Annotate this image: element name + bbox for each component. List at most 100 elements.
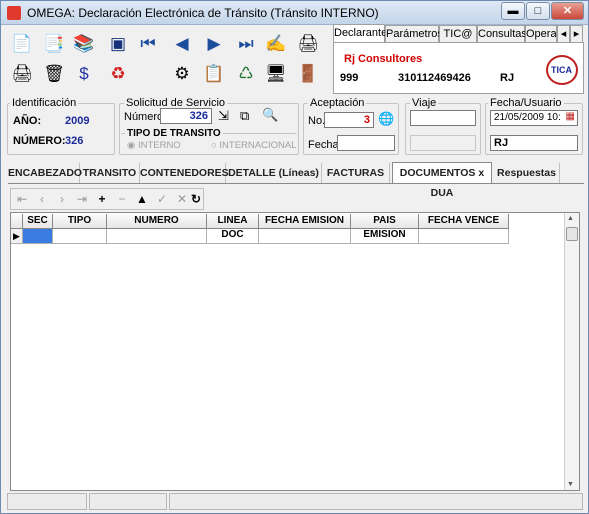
declarante-initials: RJ xyxy=(500,72,515,84)
cell-linea-doc[interactable] xyxy=(207,229,259,244)
tab-transito[interactable]: TRANSITO xyxy=(80,163,140,183)
identificacion-group: Identificación AÑO: 2009 NÚMERO: 326 xyxy=(7,97,115,155)
tab-operaciones[interactable]: Operac xyxy=(525,25,557,43)
col-tipo[interactable]: TIPO xyxy=(53,214,107,229)
new-doc-icon[interactable]: 📄 xyxy=(9,31,35,57)
viaje-label: Viaje xyxy=(410,97,439,109)
anio-label: AÑO: xyxy=(13,115,42,127)
printer-small-icon[interactable]: 🖨 xyxy=(295,31,321,57)
link-icon[interactable]: $ xyxy=(71,61,97,87)
scroll-thumb[interactable] xyxy=(566,227,578,241)
tab-detalle[interactable]: DETALLE (Líneas) xyxy=(226,163,322,183)
nav-next-icon[interactable]: › xyxy=(53,191,71,208)
anio-value: 2009 xyxy=(65,115,90,127)
solicitud-load-icon[interactable]: ⇲ xyxy=(218,108,229,124)
nav-last-icon[interactable]: ⇥ xyxy=(73,191,91,208)
section-tabs: ENCABEZADO TRANSITO CONTENEDORES DETALLE… xyxy=(8,162,584,199)
cell-fecha-vence[interactable] xyxy=(419,229,509,244)
next-icon[interactable]: ▶ xyxy=(201,31,227,57)
scroll-down-icon[interactable]: ▼ xyxy=(567,481,574,488)
last-icon[interactable]: ⏭ xyxy=(233,31,259,57)
tab-contenedores[interactable]: CONTENEDORES xyxy=(140,163,229,183)
nav-post-icon[interactable]: ✓ xyxy=(153,191,171,208)
nav-edit-icon[interactable]: ▲ xyxy=(133,191,151,208)
calendar-icon[interactable]: ▦ xyxy=(566,111,575,122)
prev-icon[interactable]: ◀ xyxy=(169,31,195,57)
aceptacion-no-label: No. xyxy=(308,115,326,127)
tab-tica[interactable]: TIC@ xyxy=(439,25,477,43)
usuario-field[interactable]: RJ xyxy=(490,135,578,151)
app-icon xyxy=(7,6,21,20)
screen-icon[interactable]: 🖥 xyxy=(263,61,289,87)
nav-prev-icon[interactable]: ‹ xyxy=(33,191,51,208)
col-fecha-vence[interactable]: FECHA VENCE xyxy=(419,214,509,229)
cell-tipo[interactable] xyxy=(53,229,107,244)
aceptacion-group: Aceptación No. 3 🌐 Fecha: xyxy=(303,97,399,155)
col-pais-emision[interactable]: PAIS EMISION xyxy=(351,214,419,240)
col-sec[interactable]: SEC xyxy=(23,214,53,229)
declarante-code: 999 xyxy=(340,72,359,84)
tab-facturas[interactable]: FACTURAS xyxy=(322,163,390,183)
sign-icon[interactable]: ✍ xyxy=(263,31,289,57)
fecha-field[interactable]: 21/05/2009 10: ▦ xyxy=(490,110,578,126)
tab-scroll-right[interactable]: ▸ xyxy=(570,25,583,43)
radio-interno[interactable]: ◉ INTERNO xyxy=(127,140,181,151)
window-title: OMEGA: Declaración Electrónica de Tránsi… xyxy=(27,6,379,20)
tab-encabezado[interactable]: ENCABEZADO xyxy=(8,163,82,183)
declarante-name: Rj Consultores xyxy=(344,53,423,65)
col-fecha-emision[interactable]: FECHA EMISION xyxy=(259,214,351,229)
exit-icon[interactable]: 🚪 xyxy=(295,61,321,87)
copy-doc-icon[interactable]: 📑 xyxy=(41,31,67,57)
nav-first-icon[interactable]: ⇤ xyxy=(13,191,31,208)
select-icon[interactable]: ▣ xyxy=(105,31,131,57)
printer-icon[interactable]: 🖨 xyxy=(9,61,35,87)
grid-scrollbar[interactable]: ▲ ▼ xyxy=(564,213,579,490)
viaje-field[interactable] xyxy=(410,110,476,126)
close-button[interactable]: ✕ xyxy=(551,2,584,20)
tab-declarante[interactable]: Declarante xyxy=(333,24,387,44)
report-icon[interactable]: 📋 xyxy=(201,61,227,87)
recycle-icon[interactable]: ♻ xyxy=(105,61,131,87)
main-window: OMEGA: Declaración Electrónica de Tránsi… xyxy=(0,0,589,514)
cell-fecha-emision[interactable] xyxy=(259,229,351,244)
tab-parametros[interactable]: Parámetros xyxy=(385,25,443,43)
declarante-panel: Rj Consultores 999 310112469426 RJ TICA xyxy=(333,42,584,94)
maximize-button[interactable]: □ xyxy=(526,2,550,20)
nav-delete-icon[interactable]: − xyxy=(113,191,131,208)
solicitud-numero-field[interactable]: 326 xyxy=(160,108,212,124)
radio-internacional[interactable]: ○ INTERNACIONAL xyxy=(211,140,296,151)
numero-label: NÚMERO: xyxy=(13,135,66,147)
fecha-usuario-group: Fecha/Usuario 21/05/2009 10: ▦ RJ xyxy=(485,97,583,155)
gear-icon[interactable]: ⚙ xyxy=(169,61,195,87)
tab-documentos-dua[interactable]: DOCUMENTOS x DUA xyxy=(392,162,492,199)
scroll-up-icon[interactable]: ▲ xyxy=(567,215,574,222)
cell-numero[interactable] xyxy=(107,229,207,244)
cell-pais-emision[interactable] xyxy=(351,229,419,244)
col-numero[interactable]: NUMERO xyxy=(107,214,207,229)
nav-refresh-icon[interactable]: ↻ xyxy=(187,191,205,208)
recycle-bin-icon[interactable]: 🗑 xyxy=(41,61,67,87)
search-icon[interactable]: 🔍 xyxy=(262,107,278,123)
identificacion-label: Identificación xyxy=(10,97,79,109)
status-panel-3 xyxy=(169,493,583,510)
aceptacion-no-field[interactable]: 3 xyxy=(324,112,374,128)
grid-indicator-header xyxy=(11,214,23,229)
globe-icon[interactable]: 🌐 xyxy=(378,111,394,127)
documents-grid: SEC TIPO NUMERO LINEA DOC FECHA EMISION … xyxy=(10,212,580,491)
refresh-globe-icon[interactable]: ♺ xyxy=(233,61,259,87)
status-bar xyxy=(7,493,585,511)
tab-consultas[interactable]: Consultas xyxy=(477,25,527,43)
solicitud-copy-icon[interactable]: ⧉ xyxy=(240,108,249,124)
tab-respuestas[interactable]: Respuestas xyxy=(494,163,560,183)
tab-scroll-left[interactable]: ◂ xyxy=(557,25,570,43)
col-linea-doc[interactable]: LINEA DOC xyxy=(207,214,259,240)
cell-sec[interactable] xyxy=(23,229,53,244)
books-icon[interactable]: 📚 xyxy=(71,31,97,57)
nav-insert-icon[interactable]: + xyxy=(93,191,111,208)
tipo-transito-group: TIPO DE TRANSITO ◉ INTERNO ○ INTERNACION… xyxy=(121,128,297,153)
title-bar: OMEGA: Declaración Electrónica de Tránsi… xyxy=(1,1,588,25)
first-icon[interactable]: ⏮ xyxy=(135,31,161,57)
fecha-value: 21/05/2009 10: xyxy=(494,112,561,123)
aceptacion-fecha-field[interactable] xyxy=(337,135,395,151)
minimize-button[interactable]: ▬ xyxy=(501,2,525,20)
